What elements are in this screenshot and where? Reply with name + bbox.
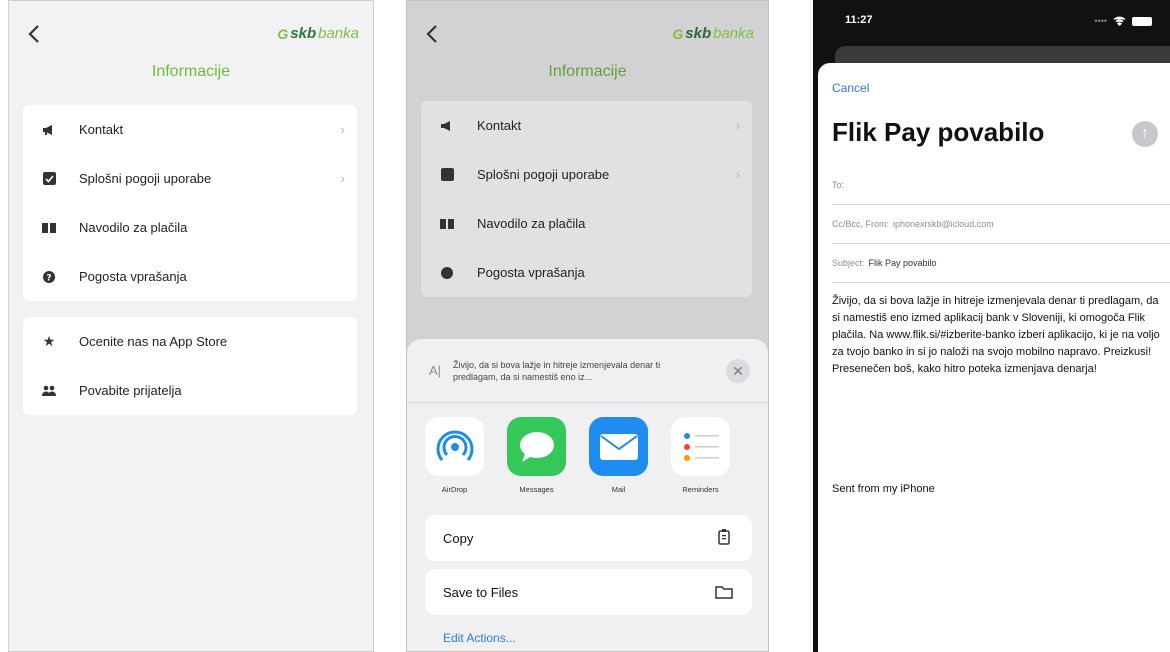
divider xyxy=(407,402,768,403)
battery-icon xyxy=(1132,16,1152,26)
folder-icon xyxy=(715,586,733,599)
share-preview-text: Živijo, da si bova lažje in hitreje izme… xyxy=(453,360,661,382)
share-app-name: Mail xyxy=(611,485,626,494)
messages-icon xyxy=(507,417,566,476)
subject-label: Subject: xyxy=(832,258,865,268)
page-title: Informacije xyxy=(151,63,231,80)
share-app-airdrop[interactable]: AirDrop xyxy=(425,417,484,494)
copy-icon xyxy=(718,529,730,545)
to-label: To: xyxy=(832,180,845,190)
send-arrow-icon[interactable]: ↑ xyxy=(1132,121,1158,147)
megaphone-icon xyxy=(41,122,57,138)
menu-item-label: Kontakt xyxy=(477,118,522,133)
save-to-files-action[interactable]: Save to Files xyxy=(425,569,752,615)
mail-icon xyxy=(589,417,648,476)
menu-item-splosni-pogoji[interactable]: Splošni pogoji uporabe › xyxy=(23,154,357,203)
menu-item-label: Kontakt xyxy=(79,122,124,137)
chevron-right-icon: › xyxy=(735,167,740,182)
skb-banka-logo: Gskb banka xyxy=(277,25,359,42)
share-sheet-screen: Gskb banka Informacije Kontakt › Splošni … xyxy=(406,0,769,652)
secondary-menu-card: ★ Ocenite nas na App Store Povabite prij… xyxy=(23,317,357,415)
mail-compose-sheet: Cancel Flik Pay povabilo ↑ To: Cc/Bcc, F… xyxy=(818,63,1170,652)
copy-action[interactable]: Copy xyxy=(425,515,752,561)
menu-item-splosni-pogoji: Splošni pogoji uporabe › xyxy=(421,150,752,199)
book-icon xyxy=(41,220,57,236)
info-menu-card: Kontakt › Splošni pogoji uporabe › Navod… xyxy=(23,105,357,301)
svg-text:?: ? xyxy=(46,273,51,283)
action-label: Copy xyxy=(443,530,474,546)
cancel-button[interactable]: Cancel xyxy=(832,81,869,95)
info-menu-card-dimmed: Kontakt › Splošni pogoji uporabe › Navod… xyxy=(421,101,752,297)
wifi-icon xyxy=(1113,16,1126,26)
mail-signature: Sent from my iPhone xyxy=(832,483,935,495)
book-icon xyxy=(439,216,455,232)
share-preview: A| Živijo, da si bova lažje in hitreje i… xyxy=(419,345,756,397)
menu-item-pogosta-vprasanja: Pogosta vprašanja xyxy=(421,248,752,297)
share-sheet: A| Živijo, da si bova lažje in hitreje i… xyxy=(407,339,768,651)
menu-item-label: Navodilo za plačila xyxy=(477,216,586,231)
share-app-name: Messages xyxy=(519,485,554,494)
chevron-right-icon: › xyxy=(340,171,345,186)
back-chevron-icon xyxy=(426,25,437,43)
skb-banka-logo: Gskb banka xyxy=(672,25,754,42)
menu-item-invite-friend[interactable]: Povabite prijatelja xyxy=(23,366,357,415)
menu-item-label: Pogosta vprašanja xyxy=(79,269,187,284)
menu-item-navodilo[interactable]: Navodilo za plačila xyxy=(23,203,357,252)
mail-subject-title: Flik Pay povabilo xyxy=(832,117,1045,147)
cc-from-label: Cc/Bcc, From: xyxy=(832,219,890,229)
menu-item-kontakt: Kontakt › xyxy=(421,101,752,150)
menu-item-label: Splošni pogoji uporabe xyxy=(477,167,610,182)
menu-item-rate-app[interactable]: ★ Ocenite nas na App Store xyxy=(23,317,357,366)
status-bar: 11:27 •••• xyxy=(813,0,1170,46)
users-icon xyxy=(41,383,57,399)
share-apps-row: AirDrop Messages Mail Reminders xyxy=(425,417,730,494)
share-app-name: AirDrop xyxy=(441,485,468,494)
from-value: iphonexrskb@icloud.com xyxy=(893,219,994,229)
mail-compose-screen: 11:27 •••• Cancel Flik Pay povabilo ↑ To… xyxy=(813,0,1170,652)
share-app-messages[interactable]: Messages xyxy=(507,417,566,494)
megaphone-icon xyxy=(439,118,455,134)
page-title: Informacije xyxy=(548,63,627,80)
checkbox-icon xyxy=(41,171,57,187)
share-app-reminders[interactable]: Reminders xyxy=(671,417,730,494)
back-chevron-icon[interactable] xyxy=(25,23,43,45)
close-icon[interactable]: ✕ xyxy=(726,359,750,383)
status-time: 11:27 xyxy=(845,14,873,26)
reminders-icon xyxy=(671,417,730,476)
status-icons: •••• xyxy=(1094,16,1152,26)
to-field[interactable]: To: xyxy=(832,166,1170,205)
chevron-right-icon: › xyxy=(340,122,345,137)
menu-item-label: Navodilo za plačila xyxy=(79,220,188,235)
chevron-right-icon: › xyxy=(735,118,740,133)
menu-item-label: Povabite prijatelja xyxy=(79,383,182,398)
airdrop-icon xyxy=(425,417,484,476)
menu-item-kontakt[interactable]: Kontakt › xyxy=(23,105,357,154)
menu-item-navodilo: Navodilo za plačila xyxy=(421,199,752,248)
edit-actions-link[interactable]: Edit Actions... xyxy=(443,631,516,645)
signal-icon: •••• xyxy=(1094,16,1107,26)
mail-body-text[interactable]: Živijo, da si bova lažje in hitreje izme… xyxy=(832,293,1160,378)
share-app-name: Reminders xyxy=(682,485,719,494)
menu-item-pogosta-vprasanja[interactable]: ? Pogosta vprašanja xyxy=(23,252,357,301)
text-document-icon: A| xyxy=(429,363,442,378)
menu-item-label: Splošni pogoji uporabe xyxy=(79,171,212,186)
subject-field[interactable]: Subject: Flik Pay povabilo xyxy=(832,244,1170,283)
info-screen: Gskb banka Informacije Kontakt › Splošni … xyxy=(8,0,374,652)
menu-item-label: Ocenite nas na App Store xyxy=(79,334,228,349)
checkbox-icon xyxy=(439,167,455,183)
action-label: Save to Files xyxy=(443,584,519,600)
share-app-mail[interactable]: Mail xyxy=(589,417,648,494)
star-icon: ★ xyxy=(42,333,56,349)
question-icon: ? xyxy=(41,269,57,285)
menu-item-label: Pogosta vprašanja xyxy=(477,265,585,280)
cc-from-field[interactable]: Cc/Bcc, From: iphonexrskb@icloud.com xyxy=(832,205,1170,244)
subject-value: Flik Pay povabilo xyxy=(868,258,937,268)
question-icon xyxy=(439,265,455,281)
